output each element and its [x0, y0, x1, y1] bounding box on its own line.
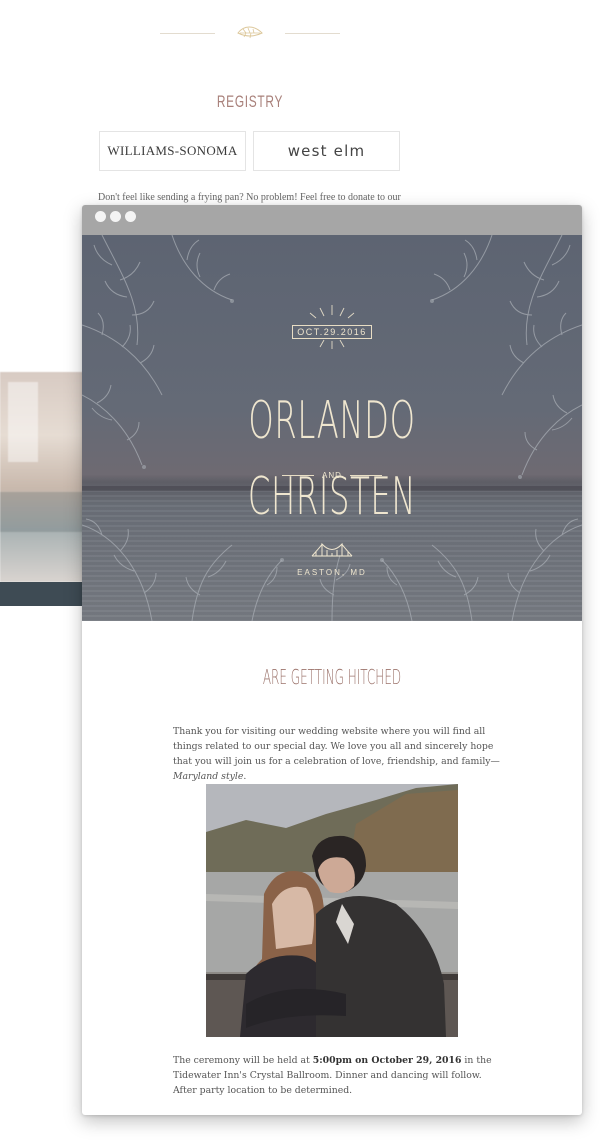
background-footer-bar	[0, 582, 84, 606]
groom-name: ORLANDO	[248, 391, 416, 451]
registry-description: Don't feel like sending a frying pan? No…	[98, 192, 401, 203]
section-divider	[160, 22, 340, 44]
divider-line	[160, 33, 215, 34]
intro-italic: Maryland style	[173, 771, 244, 782]
couple-photo	[206, 784, 458, 1037]
ceremony-time: 5:00pm on October 29, 2016	[312, 1055, 462, 1066]
couple-photo-illustration	[206, 784, 458, 1037]
ceremony-pre: The ceremony will be held at	[173, 1055, 313, 1066]
wedding-date-badge: OCT.29.2016	[82, 320, 582, 339]
background-venue-photo	[0, 372, 84, 582]
wedding-date: OCT.29.2016	[292, 325, 372, 339]
intro-text: Thank you for visiting our wedding websi…	[173, 726, 500, 767]
bridge-icon	[311, 542, 353, 557]
section-subtitle: ARE GETTING HITCHED	[262, 665, 402, 689]
ceremony-paragraph: The ceremony will be held at 5:00pm on O…	[173, 1053, 503, 1098]
window-dot-icon	[125, 211, 136, 222]
registry-heading: REGISTRY	[216, 92, 284, 111]
browser-titlebar	[82, 205, 582, 235]
hero-banner: OCT.29.2016 ORLANDO AND CHRISTEN EASTON,…	[82, 235, 582, 621]
window-dot-icon	[110, 211, 121, 222]
browser-window: OCT.29.2016 ORLANDO AND CHRISTEN EASTON,…	[82, 205, 582, 1115]
intro-paragraph: Thank you for visiting our wedding websi…	[173, 724, 503, 784]
registry-williams-sonoma-link[interactable]: WILLIAMS-SONOMA	[99, 131, 246, 171]
intro-end: .	[243, 771, 247, 782]
bride-name: CHRISTEN	[247, 467, 417, 527]
divider-line	[285, 33, 340, 34]
feather-ornament-icon	[237, 26, 263, 39]
registry-west-elm-link[interactable]: west elm	[253, 131, 400, 171]
wedding-location: EASTON, MD	[297, 568, 367, 577]
window-dot-icon	[95, 211, 106, 222]
